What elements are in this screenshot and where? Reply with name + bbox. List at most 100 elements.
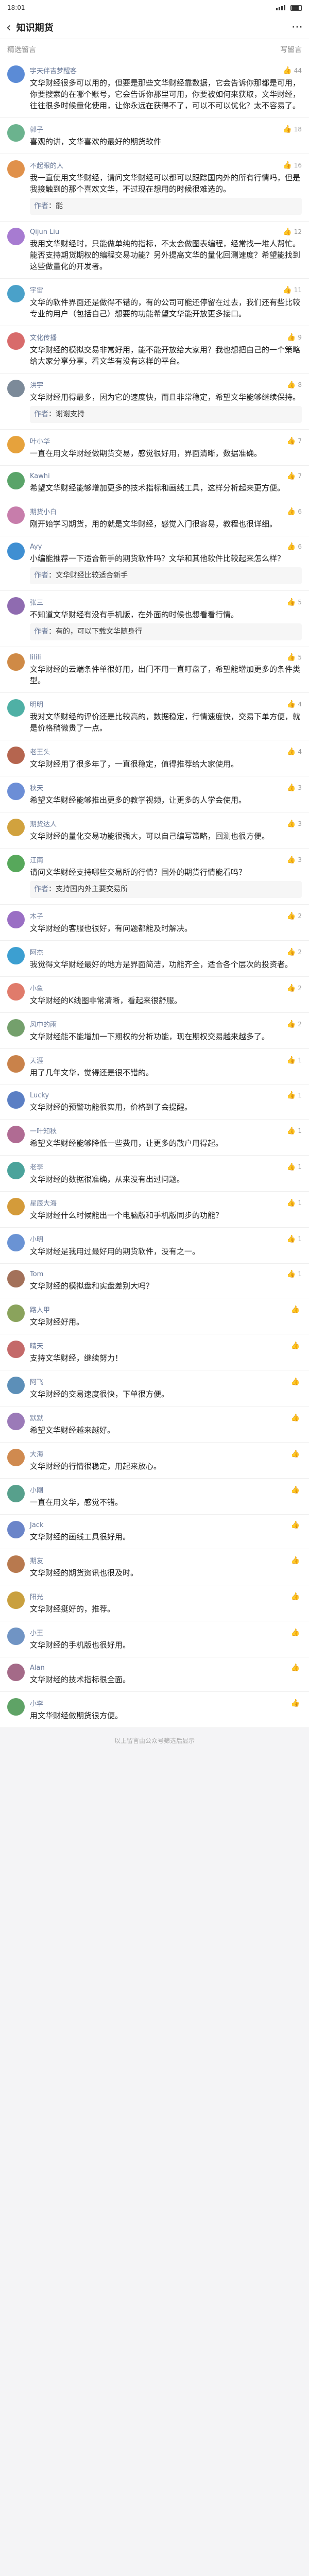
avatar[interactable] [7,1126,25,1143]
avatar[interactable] [7,1019,25,1037]
avatar[interactable] [7,1304,25,1322]
like-button[interactable]: 👍 16 [283,161,302,170]
like-button[interactable]: 👍 1 [287,1056,302,1064]
like-button[interactable]: 👍 [291,1556,302,1565]
like-button[interactable]: 👍 1 [287,1163,302,1171]
like-button[interactable]: 👍 [291,1592,302,1601]
like-button[interactable]: 👍 2 [287,912,302,920]
like-button[interactable]: 👍 3 [287,784,302,792]
like-button[interactable]: 👍 [291,1664,302,1672]
avatar[interactable] [7,1198,25,1215]
avatar[interactable] [7,1628,25,1645]
avatar[interactable] [7,1664,25,1681]
avatar[interactable] [7,699,25,717]
avatar[interactable] [7,436,25,453]
like-button[interactable]: 👍 5 [287,653,302,662]
avatar[interactable] [7,855,25,872]
like-button[interactable]: 👍 44 [283,66,302,75]
avatar[interactable] [7,1555,25,1573]
like-button[interactable]: 👍 3 [287,820,302,828]
like-button[interactable]: 👍 [291,1699,302,1707]
avatar[interactable] [7,1270,25,1287]
like-count: 1 [298,1092,302,1099]
like-button[interactable]: 👍 2 [287,984,302,992]
avatar[interactable] [7,1234,25,1251]
like-button[interactable]: 👍 7 [287,437,302,445]
avatar[interactable] [7,1413,25,1430]
avatar[interactable] [7,1485,25,1502]
avatar[interactable] [7,1591,25,1609]
avatar[interactable] [7,380,25,397]
reply-text: 文华财经比较适合新手 [56,571,128,580]
back-arrow-icon[interactable]: ‹ [6,21,11,33]
avatar[interactable] [7,506,25,524]
avatar[interactable] [7,124,25,142]
like-button[interactable]: 👍 4 [287,748,302,756]
like-button[interactable]: 👍 12 [283,228,302,236]
like-button[interactable]: 👍 [291,1521,302,1529]
like-button[interactable]: 👍 18 [283,125,302,133]
thumbs-up-icon: 👍 [290,1341,300,1350]
avatar[interactable] [7,1377,25,1394]
like-button[interactable]: 👍 6 [287,543,302,551]
avatar[interactable] [7,1055,25,1073]
thumbs-up-icon: 👍 [290,1521,300,1529]
like-button[interactable]: 👍 7 [287,472,302,480]
like-button[interactable]: 👍 1 [287,1091,302,1099]
like-button[interactable]: 👍 9 [287,333,302,342]
avatar[interactable] [7,597,25,615]
like-count: 3 [298,856,302,863]
comment-body: 郭子 👍 18 喜观的讲，文华喜欢的最好的期货软件 [30,124,302,147]
avatar[interactable] [7,65,25,83]
like-button[interactable]: 👍 [291,1486,302,1494]
avatar[interactable] [7,332,25,350]
like-count: 4 [298,748,302,755]
like-button[interactable]: 👍 5 [287,598,302,606]
avatar[interactable] [7,228,25,245]
like-button[interactable]: 👍 6 [287,507,302,516]
more-icon[interactable]: ⋯ [291,21,303,33]
like-button[interactable]: 👍 2 [287,948,302,956]
comment-item: 小刚 👍 一直在用文华，感觉不错。 [0,1479,309,1515]
like-button[interactable]: 👍 2 [287,1020,302,1028]
like-button[interactable]: 👍 4 [287,700,302,708]
avatar[interactable] [7,983,25,1001]
like-button[interactable]: 👍 1 [287,1270,302,1278]
thumbs-up-icon: 👍 [286,783,296,792]
comment-header: 郭子 👍 18 [30,124,302,134]
like-button[interactable]: 👍 [291,1629,302,1637]
avatar[interactable] [7,747,25,764]
avatar[interactable] [7,1521,25,1538]
author-reply: 作者：谢谢支持 [30,406,302,423]
comment-item: 秋天 👍 3 希望文华财经能够推出更多的教学视频，让更多的人学会使用。 [0,776,309,812]
avatar[interactable] [7,1341,25,1358]
avatar[interactable] [7,911,25,928]
like-button[interactable]: 👍 [291,1378,302,1386]
comment-body: Kawhi 👍 7 希望文华财经能够增加更多的技术指标和画线工具，这样分析起来更方便。 [30,472,302,494]
avatar[interactable] [7,1698,25,1716]
like-button[interactable]: 👍 11 [283,286,302,294]
avatar[interactable] [7,783,25,800]
like-button[interactable]: 👍 [291,1414,302,1422]
avatar[interactable] [7,543,25,560]
like-button[interactable]: 👍 1 [287,1127,302,1135]
avatar[interactable] [7,1091,25,1109]
avatar[interactable] [7,819,25,836]
avatar[interactable] [7,947,25,964]
avatar[interactable] [7,1449,25,1466]
avatar[interactable] [7,160,25,178]
like-button[interactable]: 👍 [291,1306,302,1314]
avatar[interactable] [7,653,25,671]
like-button[interactable]: 👍 8 [287,381,302,389]
like-count: 11 [294,286,302,294]
comment-nickname: 老王头 [30,749,50,756]
avatar[interactable] [7,472,25,489]
like-button[interactable]: 👍 [291,1450,302,1458]
write-comment-link[interactable]: 写留言 [280,44,302,55]
avatar[interactable] [7,1162,25,1179]
like-button[interactable]: 👍 3 [287,856,302,864]
like-button[interactable]: 👍 1 [287,1199,302,1207]
avatar[interactable] [7,285,25,302]
like-button[interactable]: 👍 [291,1342,302,1350]
like-button[interactable]: 👍 1 [287,1235,302,1243]
